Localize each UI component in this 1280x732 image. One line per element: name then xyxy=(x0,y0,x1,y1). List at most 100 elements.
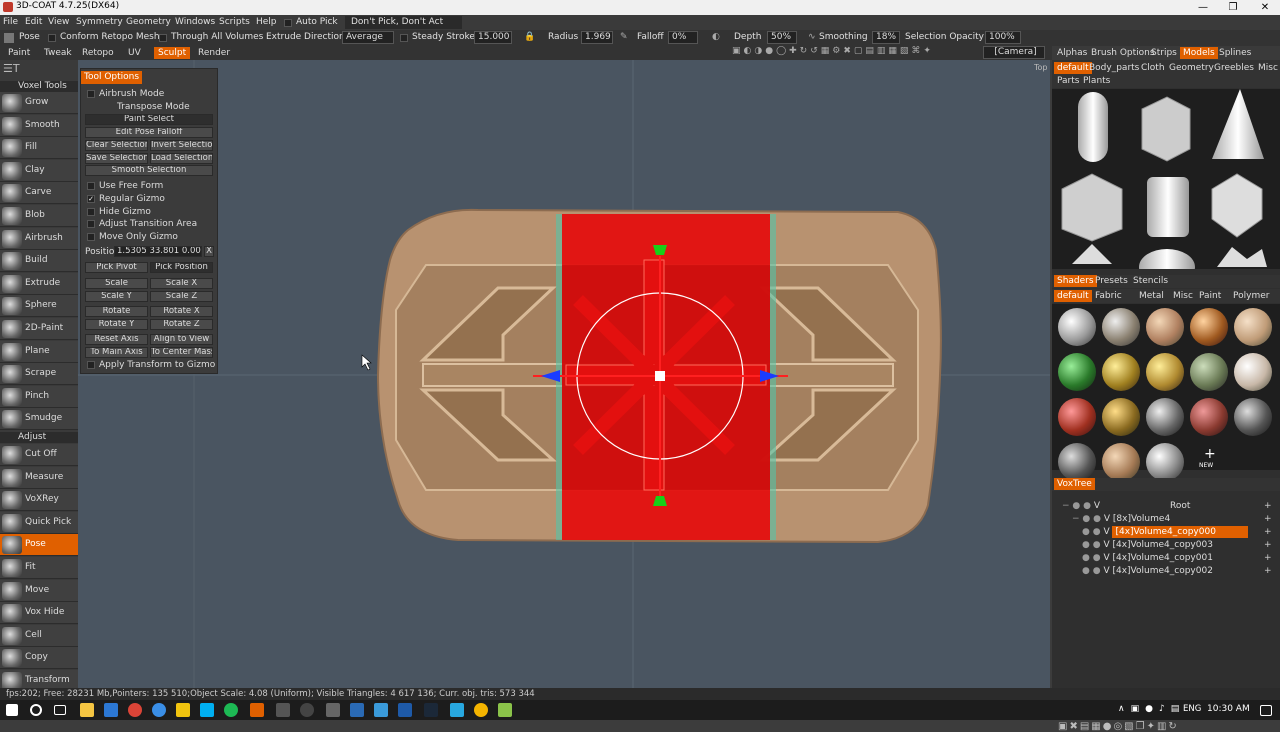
edit-pose-falloff-button[interactable]: Edit Pose Falloff xyxy=(85,127,213,138)
3dcoat-taskbar-icon[interactable] xyxy=(250,703,264,717)
clock[interactable]: 10:30 AM xyxy=(1207,704,1250,714)
file-explorer-icon[interactable] xyxy=(80,703,94,717)
minimize-button[interactable]: — xyxy=(1188,0,1218,15)
tool-clay[interactable]: Clay xyxy=(0,159,78,182)
lock-icon[interactable]: 🔒 xyxy=(524,32,535,42)
room-sculpt[interactable]: Sculpt xyxy=(154,47,191,59)
app-icon-2[interactable] xyxy=(300,703,314,717)
position-input[interactable]: 1.5305 33.801 0.0013 xyxy=(114,246,202,257)
notifications-icon[interactable] xyxy=(1260,705,1272,716)
shader-swatch[interactable] xyxy=(1234,353,1272,391)
viewport-canvas[interactable] xyxy=(78,60,1050,688)
shader-swatch[interactable] xyxy=(1146,353,1184,391)
capsule-model[interactable] xyxy=(1078,92,1108,162)
skype-icon[interactable] xyxy=(200,703,214,717)
3d-viewport[interactable]: Top xyxy=(78,60,1050,688)
menu-symmetry[interactable]: Symmetry xyxy=(76,17,123,27)
airbrush-mode-checkbox[interactable] xyxy=(87,89,95,98)
rotate-button[interactable]: Rotate xyxy=(85,306,148,317)
through-all-checkbox[interactable] xyxy=(159,34,167,42)
start-icon[interactable] xyxy=(6,704,18,716)
pick-position-dropdown[interactable]: Pick Position xyxy=(150,262,213,273)
tab-shaders[interactable]: Shaders xyxy=(1054,275,1097,287)
shader-cat-fabric[interactable]: Fabric xyxy=(1092,290,1125,302)
cube-model[interactable] xyxy=(1141,96,1191,162)
shader-swatch[interactable] xyxy=(1102,398,1140,436)
shader-swatch[interactable] xyxy=(1058,308,1096,346)
model-cat-parts[interactable]: Parts xyxy=(1054,75,1082,87)
camera-dropdown[interactable]: [Camera] xyxy=(983,46,1045,59)
smoothing-input[interactable]: 18% xyxy=(872,31,900,44)
tool-smooth[interactable]: Smooth xyxy=(0,114,78,137)
tool-build[interactable]: Build xyxy=(0,250,78,273)
voxtree-title[interactable]: VoxTree xyxy=(1054,478,1095,490)
menu-file[interactable]: File xyxy=(3,17,18,27)
tool-pinch[interactable]: Pinch xyxy=(0,385,78,408)
tool-cell[interactable]: Cell xyxy=(0,624,78,647)
shader-swatch[interactable] xyxy=(1102,308,1140,346)
to-main-axis-button[interactable]: To Main Axis xyxy=(85,347,148,358)
voxtree-toolbar-icons[interactable]: ▣✖▤▦●◎▧❐✦▥↻ xyxy=(1058,721,1179,732)
tool-cut-off[interactable]: Cut Off xyxy=(0,444,78,466)
dodecahedron-model[interactable] xyxy=(1211,173,1263,238)
cone-model[interactable] xyxy=(1212,89,1264,159)
tool-fit[interactable]: Fit xyxy=(0,557,78,579)
selection-opacity-input[interactable]: 100% xyxy=(985,31,1021,44)
shader-swatch[interactable] xyxy=(1058,443,1096,481)
tab-models[interactable]: Models xyxy=(1180,47,1218,59)
search-icon[interactable] xyxy=(30,704,42,716)
tool-vox-hide[interactable]: Vox Hide xyxy=(0,602,78,625)
steady-stroke-checkbox[interactable] xyxy=(400,34,408,42)
conform-retopo-checkbox[interactable] xyxy=(48,34,56,42)
tool-quick-pick[interactable]: Quick Pick xyxy=(0,511,78,534)
move-only-gizmo-row[interactable]: Move Only Gizmo xyxy=(87,232,178,242)
use-free-form-row[interactable]: Use Free Form xyxy=(87,181,163,191)
tree-row-copy000[interactable]: ● ● V [4x]Volume4_copy000 xyxy=(1082,526,1249,538)
browser-icon[interactable] xyxy=(152,703,166,717)
shader-swatch[interactable] xyxy=(1102,353,1140,391)
tool-airbrush[interactable]: Airbrush xyxy=(0,227,78,250)
menu-view[interactable]: View xyxy=(48,17,69,27)
menu-help[interactable]: Help xyxy=(256,17,277,27)
to-center-mass-button[interactable]: To Center Mass xyxy=(150,347,213,358)
app-icon-6[interactable] xyxy=(398,703,412,717)
rotate-y-button[interactable]: Rotate Y xyxy=(85,319,148,330)
depth-input[interactable]: 50% xyxy=(767,31,797,44)
cylinder-model[interactable] xyxy=(1147,177,1189,237)
pick-pivot-button[interactable]: Pick Pivot xyxy=(85,262,148,273)
shader-swatch[interactable] xyxy=(1190,308,1228,346)
pyramid-model[interactable] xyxy=(1072,244,1112,264)
align-to-view-button[interactable]: Align to View xyxy=(150,334,213,345)
hide-gizmo-row[interactable]: Hide Gizmo xyxy=(87,207,151,217)
model-cat-plants[interactable]: Plants xyxy=(1080,75,1113,87)
room-uv[interactable]: UV xyxy=(124,47,145,59)
room-tweak[interactable]: Tweak xyxy=(40,47,76,59)
reset-axis-button[interactable]: Reset Axis xyxy=(85,334,148,345)
tab-alphas[interactable]: Alphas xyxy=(1054,47,1090,59)
tool-smudge[interactable]: Smudge xyxy=(0,408,78,431)
extrude-direction-dropdown[interactable]: Average xyxy=(342,31,394,44)
input-language[interactable]: ENG xyxy=(1183,704,1201,714)
adjust-header[interactable]: Adjust xyxy=(0,432,78,443)
app-icon-7[interactable] xyxy=(450,703,464,717)
scale-y-button[interactable]: Scale Y xyxy=(85,291,148,302)
task-view-icon[interactable] xyxy=(54,705,66,715)
tool-plane[interactable]: Plane xyxy=(0,340,78,363)
shader-swatch[interactable] xyxy=(1058,398,1096,436)
regular-gizmo-row[interactable]: ✓ Regular Gizmo xyxy=(87,194,165,204)
tool-move[interactable]: Move xyxy=(0,579,78,602)
shader-swatch[interactable] xyxy=(1146,308,1184,346)
falloff-input[interactable]: 0% xyxy=(668,31,698,44)
shader-cat-default[interactable]: default xyxy=(1054,290,1092,302)
tab-strips[interactable]: Strips xyxy=(1148,47,1180,59)
voxel-tools-header[interactable]: Voxel Tools xyxy=(0,81,78,92)
steady-stroke-input[interactable]: 15.000 xyxy=(474,31,512,44)
pick-mode-dropdown[interactable]: Don't Pick, Don't Act xyxy=(345,16,462,29)
tool-pose[interactable]: Pose xyxy=(0,534,78,557)
tree-row-volume4[interactable]: − ● ● V [8x]Volume4 xyxy=(1072,513,1170,525)
shader-swatch[interactable] xyxy=(1234,398,1272,436)
shader-swatch[interactable] xyxy=(1146,443,1184,481)
position-clear-button[interactable]: X xyxy=(204,246,214,257)
shader-swatch[interactable] xyxy=(1190,353,1228,391)
tree-add-icons[interactable]: + + + + + + xyxy=(1264,500,1272,578)
